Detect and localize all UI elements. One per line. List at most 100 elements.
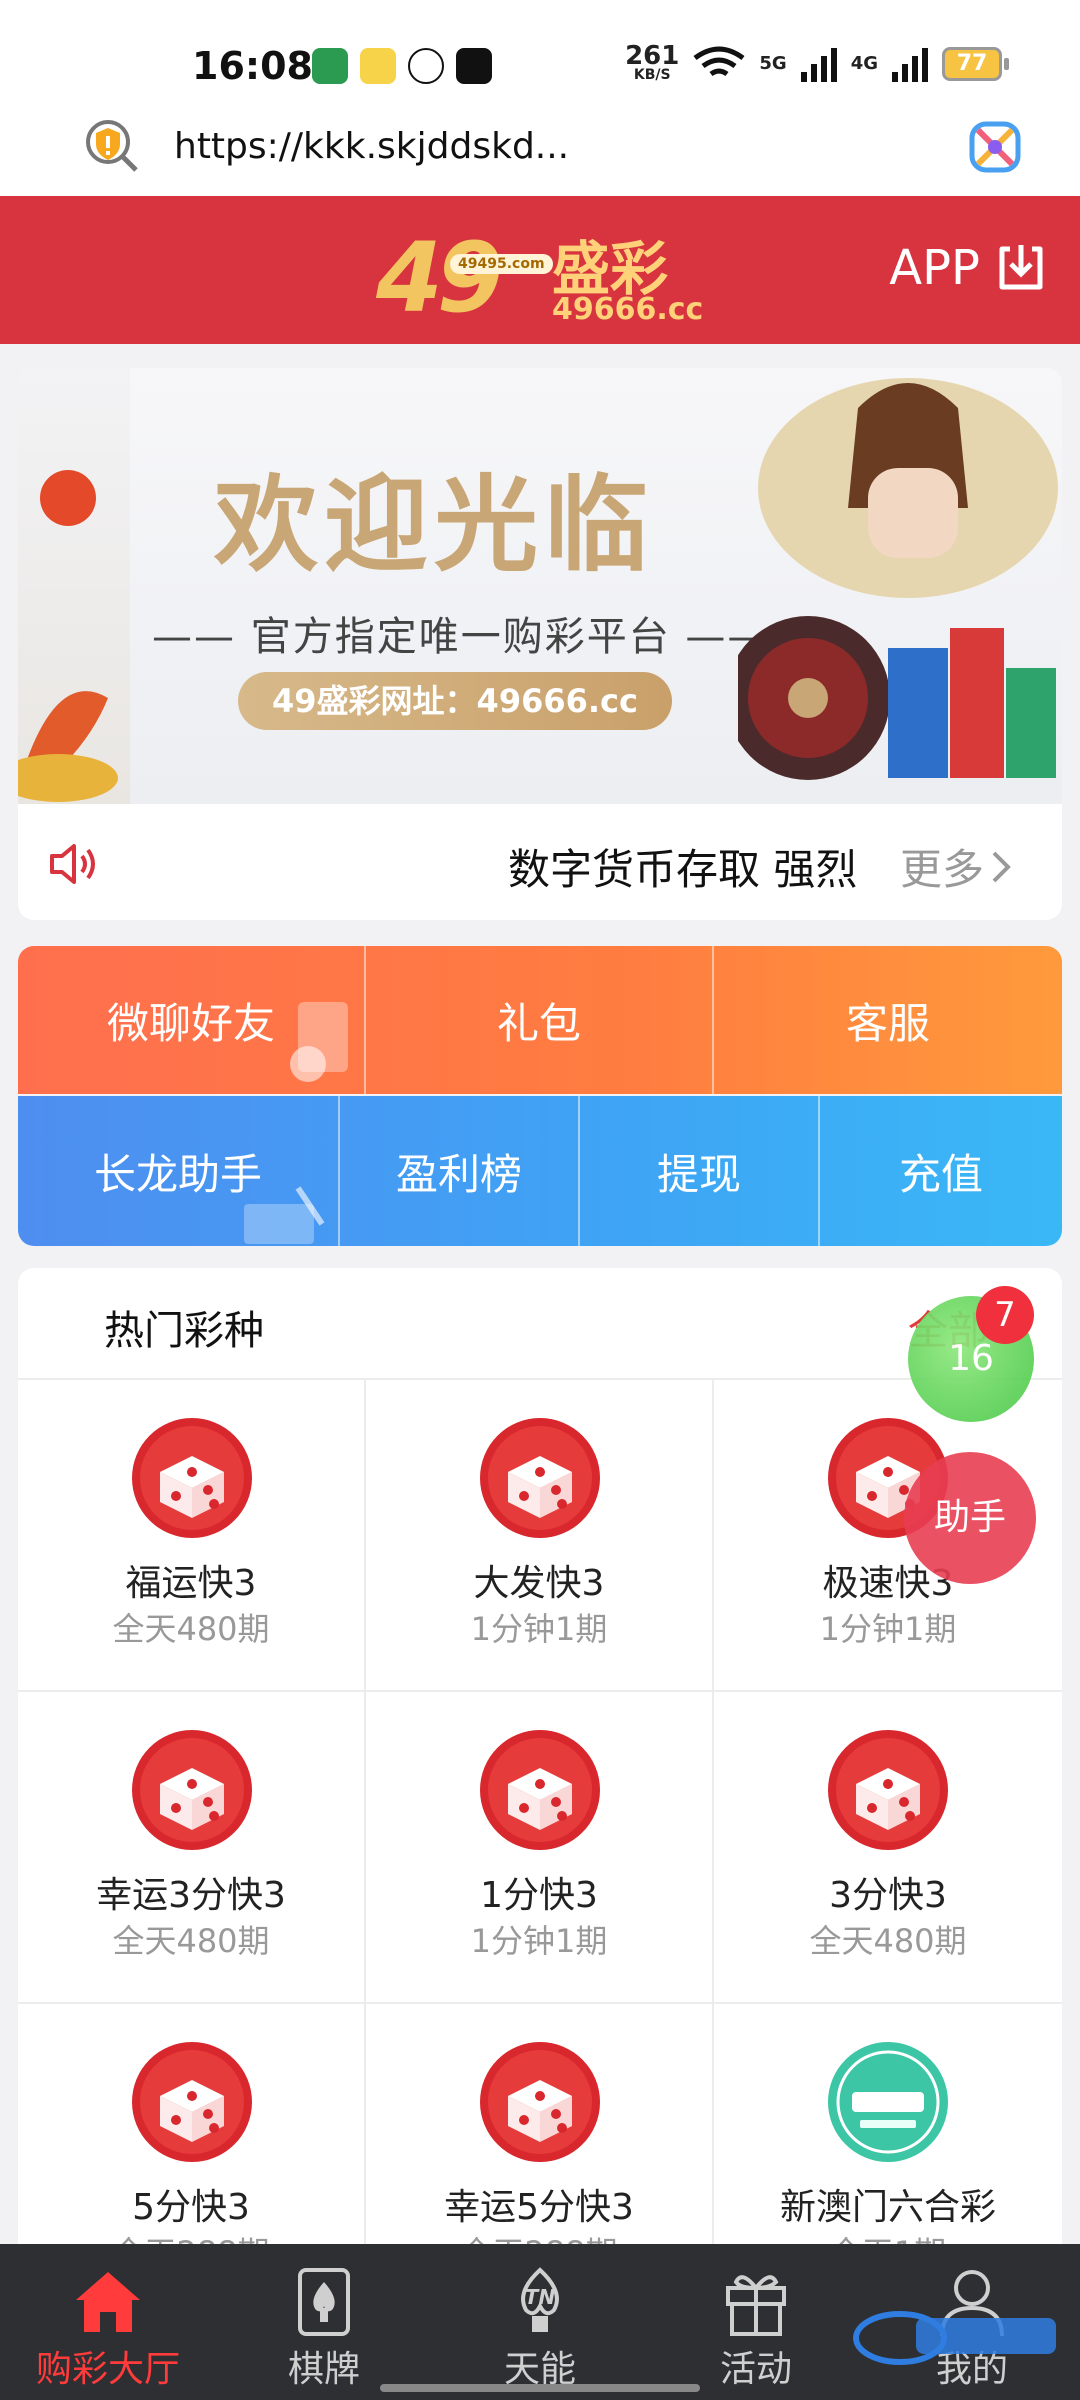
helper-decoration-icon (244, 1186, 325, 1244)
banner-casino-illustration (738, 378, 1058, 780)
lottery-schedule: 1分钟1期 (470, 1610, 608, 1648)
community-watermark-logo (853, 2311, 1056, 2365)
logo-badge: 49495.com (450, 254, 553, 274)
floating-badge: 7 (976, 1286, 1034, 1344)
status-time: 16:08 (192, 44, 313, 88)
banner-site-url: 49盛彩网址：49666.cc (238, 672, 672, 730)
gift-icon (726, 2275, 786, 2336)
speaker-icon (50, 844, 95, 884)
app-icon-cube (312, 48, 348, 84)
hot-lottery-section: 热门彩种 全部 福运快3全天480期大发快31分钟1期极速快31分钟1期幸运3分… (18, 1268, 1062, 2248)
quick-gift-pack[interactable]: 礼包 (366, 946, 714, 1094)
banner-prev-slide (18, 368, 130, 804)
wifi-icon (693, 46, 745, 76)
status-indicators: 261 KB/S 5G 4G 77 (625, 41, 1009, 83)
logo-domain: 49666.cc (552, 292, 704, 327)
tiktok-icon (456, 48, 492, 84)
quick-recharge[interactable]: 充值 (820, 1096, 1062, 1246)
notice-text: 数字货币存取 强烈 (508, 845, 858, 894)
quick-customer-service[interactable]: 客服 (714, 946, 1062, 1094)
floating-assistant-button[interactable]: 助手 (904, 1452, 1036, 1584)
lottery-item[interactable]: 幸运5分快3全天288期 (366, 2002, 714, 2248)
status-bar: 16:08 261 KB/S 5G 4G 77 (0, 0, 1080, 100)
nav-tianneng[interactable]: TN 天能 (432, 2244, 648, 2400)
kuai3-icon (132, 1418, 252, 1538)
quick-recharge-label: 充值 (898, 1149, 983, 1199)
kuai3-icon (480, 2042, 600, 2162)
quick-profit-ranking-label: 盈利榜 (395, 1149, 522, 1199)
home-icon (76, 2272, 140, 2332)
logo-number: 49 (376, 222, 504, 334)
notice-bar[interactable]: 数字货币存取 强烈 更多 (18, 804, 1062, 920)
lottery-item[interactable]: 新澳门六合彩全天1期 (714, 2002, 1062, 2248)
lottery-item[interactable]: 大发快3 1分钟1期 (366, 1378, 714, 1690)
notice-more-link[interactable]: 更多 (900, 836, 1014, 897)
lottery-item[interactable]: 1分快3 1分钟1期 (366, 1690, 714, 2002)
quick-gift-pack-label: 礼包 (496, 998, 581, 1048)
lottery-name: 3分快3 (829, 1875, 947, 1916)
quick-withdraw[interactable]: 提现 (580, 1096, 820, 1246)
network-5g: 5G (759, 53, 787, 74)
nav-lottery-hall[interactable]: 购彩大厅 (0, 2244, 216, 2400)
network-4g: 4G (850, 53, 878, 74)
security-shield-icon[interactable] (82, 116, 140, 174)
lottery-schedule: 全天480期 (112, 1610, 270, 1648)
nav-lottery-hall-label: 购彩大厅 (35, 2349, 180, 2390)
lottery-schedule: 全天480期 (112, 1922, 270, 1960)
hot-lottery-title: 热门彩种 (104, 1308, 264, 1354)
lottery-name: 5分快3 (132, 2187, 250, 2228)
lottery-schedule: 1分钟1期 (819, 1610, 957, 1648)
site-header: 49 49495.com 盛彩 49666.cc APP (0, 196, 1080, 344)
download-icon (999, 245, 1043, 290)
lottery-name: 1分快3 (480, 1875, 598, 1916)
battery-icon: 77 (942, 46, 1009, 81)
cards-icon (298, 2268, 350, 2336)
quick-actions: 微聊好友 礼包 客服 长龙助手 盈利榜 提现 充值 (18, 946, 1062, 1246)
app-label: APP (889, 240, 980, 296)
notice-more-label: 更多 (900, 845, 985, 894)
quick-customer-service-label: 客服 (845, 998, 930, 1048)
lottery-schedule: 全天480期 (809, 1922, 967, 1960)
tianneng-icon: TN (521, 2267, 559, 2332)
lottery-name: 福运快3 (125, 1563, 257, 1604)
lottery-item[interactable]: 3分快3 全天480期 (714, 1690, 1062, 2002)
lottery-name: 幸运3分快3 (96, 1875, 286, 1916)
quick-profit-ranking[interactable]: 盈利榜 (340, 1096, 580, 1246)
kuai3-icon (132, 2042, 252, 2162)
svg-text:TN: TN (525, 2285, 556, 2309)
lottery-item[interactable]: 幸运3分快3 全天480期 (18, 1690, 366, 2002)
url-text[interactable]: https://kkk.skjddskd... (174, 126, 569, 167)
app-icon-yellow (360, 48, 396, 84)
site-logo[interactable]: 49 49495.com 盛彩 49666.cc (376, 214, 706, 334)
nav-activities[interactable]: 活动 (648, 2244, 864, 2400)
lottery-schedule: 1分钟1期 (470, 1922, 608, 1960)
signal-icon-2 (892, 46, 928, 82)
marksix-icon (828, 2042, 948, 2162)
status-app-icons (312, 48, 492, 84)
promo-banner[interactable]: 欢迎光临 —— 官方指定唯一购彩平台 —— 49盛彩网址：49666.cc (18, 368, 1062, 804)
lottery-item[interactable]: 福运快3 全天480期 (18, 1378, 366, 1690)
home-indicator (380, 2384, 700, 2392)
browser-address-bar[interactable]: https://kkk.skjddskd... (0, 100, 1080, 196)
lottery-name: 幸运5分快3 (444, 2187, 634, 2228)
nav-chess-cards[interactable]: 棋牌 (216, 2244, 432, 2400)
quick-long-dragon-label: 长龙助手 (93, 1149, 262, 1199)
kuai3-icon (480, 1418, 600, 1538)
app-download-button[interactable]: APP (889, 240, 1048, 296)
kuai3-icon (828, 1730, 948, 1850)
quick-withdraw-label: 提现 (656, 1149, 741, 1199)
kuai3-icon (132, 1730, 252, 1850)
banner-title: 欢迎光临 (214, 464, 655, 586)
quick-chat-friends[interactable]: 微聊好友 (18, 946, 366, 1094)
signal-icon (800, 46, 837, 82)
wechat-icon (408, 48, 444, 84)
browser-extension-icon[interactable] (964, 116, 1026, 178)
quick-chat-friends-label: 微聊好友 (106, 998, 275, 1048)
quick-long-dragon-helper[interactable]: 长龙助手 (18, 1096, 340, 1246)
network-speed: 261 KB/S (625, 41, 680, 83)
lottery-name: 大发快3 (473, 1563, 605, 1604)
lottery-name: 新澳门六合彩 (779, 2187, 996, 2228)
lottery-item[interactable]: 5分快3全天288期 (18, 2002, 366, 2248)
banner-subtitle: —— 官方指定唯一购彩平台 —— (152, 614, 770, 660)
chevron-right-icon (992, 851, 1011, 882)
